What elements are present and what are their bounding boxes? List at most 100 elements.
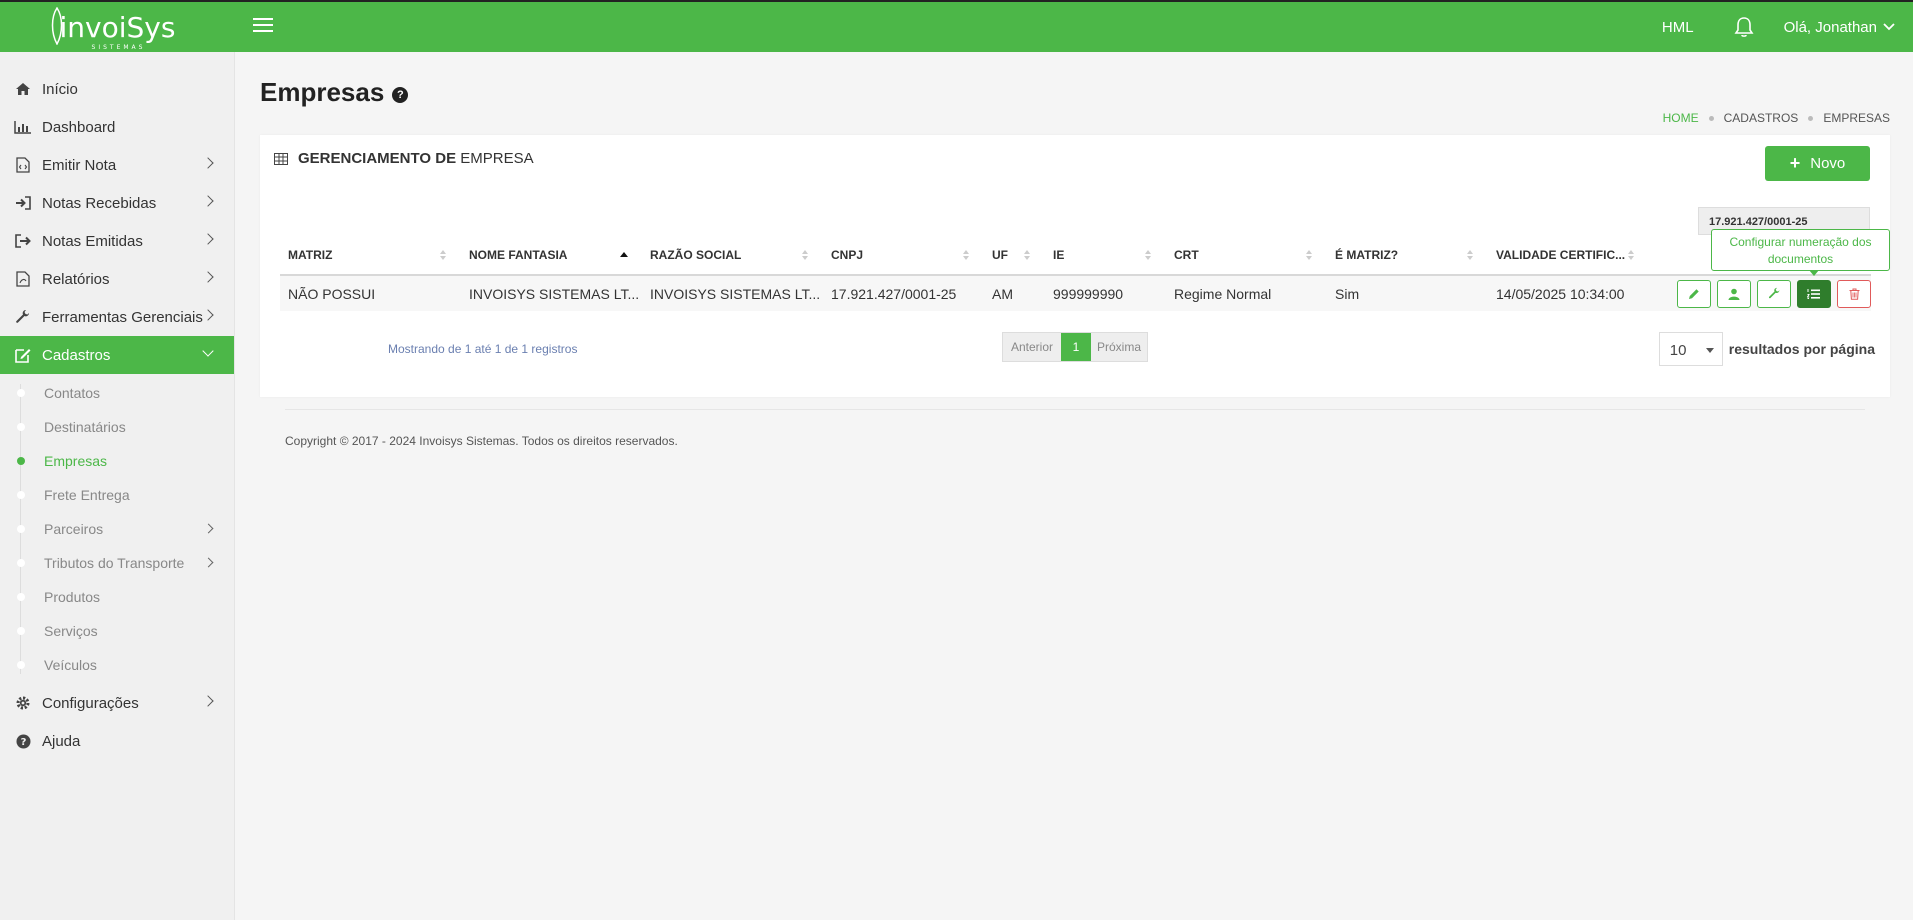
chevron-right-icon <box>202 195 214 207</box>
cadastros-submenu: Contatos Destinatários Empresas Frete En… <box>0 374 234 684</box>
column-header-nome-fantasia[interactable]: NOME FANTASIA <box>461 235 642 276</box>
submenu-item-frete-entrega[interactable]: Frete Entrega <box>0 478 234 512</box>
breadcrumb-home[interactable]: HOME <box>1663 111 1699 125</box>
sidebar-item-notas-recebidas[interactable]: Notas Recebidas <box>0 184 234 222</box>
sidebar-item-configuracoes[interactable]: Configurações <box>0 684 234 722</box>
chevron-right-icon <box>202 309 214 321</box>
chevron-right-icon <box>202 695 214 707</box>
cell-actions <box>1649 275 1871 311</box>
sidebar-item-ferramentas-gerenciais[interactable]: Ferramentas Gerenciais <box>0 298 234 336</box>
sort-icon <box>1306 250 1313 260</box>
cell-crt: Regime Normal <box>1166 275 1327 311</box>
sort-icon <box>1145 250 1152 260</box>
settings-button[interactable] <box>1757 279 1791 308</box>
sort-ascending-icon <box>620 252 628 257</box>
user-greeting: Olá, Jonathan <box>1783 18 1877 36</box>
submenu-item-destinatarios[interactable]: Destinatários <box>0 410 234 444</box>
user-menu[interactable]: Olá, Jonathan <box>1784 19 1895 36</box>
sidebar-item-emitir-nota[interactable]: Emitir Nota <box>0 146 234 184</box>
breadcrumb-cadastros[interactable]: CADASTROS <box>1724 111 1799 125</box>
chevron-down-icon <box>1883 23 1895 31</box>
chevron-right-icon <box>202 233 214 245</box>
page-size: 10 resultados por página <box>1658 332 1875 366</box>
column-header-razao-social[interactable]: RAZÃO SOCIAL <box>642 235 823 276</box>
users-button[interactable] <box>1717 279 1751 308</box>
submenu-item-servicos[interactable]: Serviços <box>0 614 234 648</box>
pencil-icon <box>1689 288 1699 299</box>
submenu-item-contatos[interactable]: Contatos <box>0 376 234 410</box>
document-numbering-button[interactable] <box>1797 279 1831 308</box>
panel-title: GERENCIAMENTO DE EMPRESA <box>274 150 534 167</box>
submenu-item-veiculos[interactable]: Veículos <box>0 648 234 682</box>
menu-toggle-icon[interactable] <box>253 18 273 34</box>
sidebar-item-label: Início <box>42 80 78 98</box>
column-header-validade-certificado[interactable]: VALIDADE CERTIFIC... <box>1488 235 1649 276</box>
environment-label: HML <box>1661 18 1694 36</box>
numbering-tooltip: Configurar numeração dos documentos <box>1711 229 1890 276</box>
edit-button[interactable] <box>1677 279 1711 308</box>
column-header-cnpj[interactable]: CNPJ <box>823 235 984 276</box>
delete-button[interactable] <box>1837 279 1871 308</box>
sort-icon <box>802 250 809 260</box>
bell-icon[interactable] <box>1734 16 1754 38</box>
sidebar-item-cadastros[interactable]: Cadastros <box>0 336 234 374</box>
chevron-right-icon <box>203 523 214 534</box>
sidebar-item-ajuda[interactable]: ? Ajuda <box>0 722 234 760</box>
user-icon <box>1728 288 1740 300</box>
breadcrumb-empresas: EMPRESAS <box>1823 111 1890 125</box>
list-numbered-icon <box>1807 288 1820 299</box>
submenu-item-tributos-transporte[interactable]: Tributos do Transporte <box>0 546 234 580</box>
companies-panel: GERENCIAMENTO DE EMPRESA + Novo 17.921.4… <box>260 135 1890 397</box>
cell-nome-fantasia: INVOISYS SISTEMAS LT... <box>461 275 642 311</box>
plus-icon: + <box>1789 153 1801 173</box>
logo-subtitle: SISTEMAS <box>91 43 146 51</box>
sort-icon <box>1467 250 1474 260</box>
sidebar-item-label: Ferramentas Gerenciais <box>42 308 203 326</box>
column-header-matriz[interactable]: MATRIZ <box>280 235 461 276</box>
pagination-next[interactable]: Próxima <box>1091 333 1147 361</box>
help-icon[interactable]: ? <box>392 86 409 103</box>
trash-icon <box>1849 288 1859 300</box>
question-circle-icon: ? <box>16 734 30 748</box>
records-info: Mostrando de 1 até 1 de 1 registros <box>388 342 578 356</box>
sidebar-item-label: Relatórios <box>42 270 110 288</box>
pagination-page-1[interactable]: 1 <box>1061 333 1091 361</box>
sort-icon <box>963 250 970 260</box>
sidebar-item-inicio[interactable]: Início <box>0 70 234 108</box>
sign-in-icon <box>16 196 31 210</box>
submenu-item-empresas[interactable]: Empresas <box>0 444 234 478</box>
sidebar-item-dashboard[interactable]: Dashboard <box>0 108 234 146</box>
footer-divider <box>285 409 1865 410</box>
cell-razao-social: INVOISYS SISTEMAS LT... <box>642 275 823 311</box>
wrench-icon <box>16 310 29 323</box>
new-company-button[interactable]: + Novo <box>1765 146 1870 181</box>
page-size-select[interactable]: 10 <box>1658 332 1723 366</box>
sidebar-item-relatorios[interactable]: Relatórios <box>0 260 234 298</box>
sidebar-item-label: Notas Emitidas <box>42 232 143 250</box>
column-header-crt[interactable]: CRT <box>1166 235 1327 276</box>
sidebar-item-notas-emitidas[interactable]: Notas Emitidas <box>0 222 234 260</box>
cell-ie: 999999990 <box>1045 275 1166 311</box>
cell-validade-certificado: 14/05/2025 10:34:00 <box>1488 275 1649 311</box>
edit-icon <box>15 349 31 363</box>
sidebar-item-label: Configurações <box>42 694 139 712</box>
sidebar-item-label: Cadastros <box>42 346 111 364</box>
cell-e-matriz: Sim <box>1327 275 1488 311</box>
home-icon <box>16 83 30 95</box>
sort-icon <box>1628 250 1635 260</box>
column-header-uf[interactable]: UF <box>984 235 1045 276</box>
pagination-previous[interactable]: Anterior <box>1003 333 1061 361</box>
submenu-item-parceiros[interactable]: Parceiros <box>0 512 234 546</box>
wrench-icon <box>1768 287 1779 299</box>
submenu-item-produtos[interactable]: Produtos <box>0 580 234 614</box>
gear-icon <box>16 696 30 710</box>
brand-logo[interactable]: invoiSys SISTEMAS <box>0 2 235 52</box>
chevron-right-icon <box>202 271 214 283</box>
top-bar: invoiSys SISTEMAS HML Olá, Jonathan <box>0 0 1913 52</box>
column-header-e-matriz[interactable]: É MATRIZ? <box>1327 235 1488 276</box>
logo-text: invoiSys SISTEMAS <box>51 6 175 51</box>
table-header-row: MATRIZ NOME FANTASIA RAZÃO SOCIAL CNPJ U… <box>280 235 1871 276</box>
column-header-ie[interactable]: IE <box>1045 235 1166 276</box>
leaf-icon <box>51 6 62 45</box>
table-icon <box>274 152 288 165</box>
